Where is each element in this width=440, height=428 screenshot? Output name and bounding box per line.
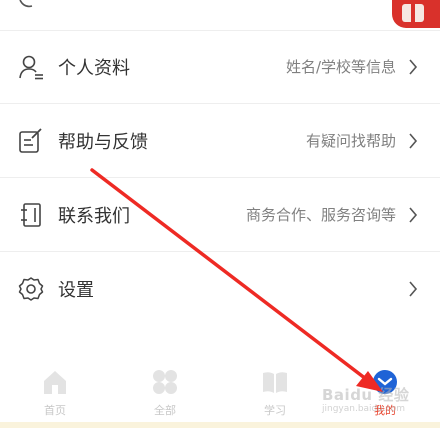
annotation-arrow — [90, 168, 383, 392]
